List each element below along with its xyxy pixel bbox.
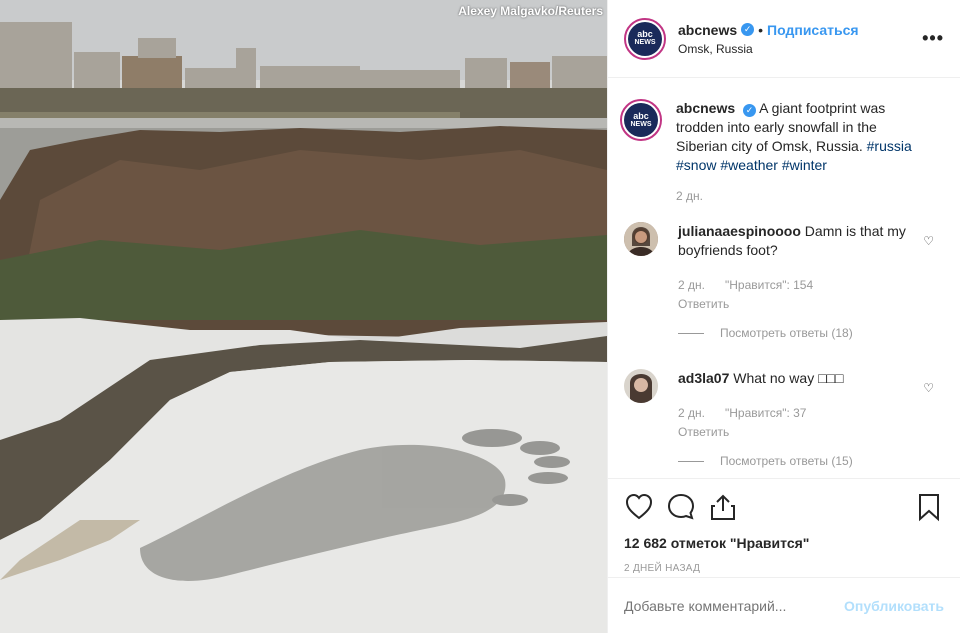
header-text: abcnews ✓ • Подписаться Omsk, Russia	[678, 22, 922, 56]
comment-username[interactable]: julianaaespinoooo	[678, 223, 801, 239]
bookmark-icon[interactable]	[914, 492, 944, 522]
view-replies-label: Посмотреть ответы (15)	[720, 454, 853, 468]
comment-time[interactable]: 2 дн.	[678, 276, 705, 295]
header-username[interactable]: abcnews	[678, 22, 737, 38]
caption-username[interactable]: abcnews	[676, 100, 735, 116]
caption-meta: 2 дн.	[676, 187, 916, 206]
caption-logo-line2: NEWS	[630, 120, 652, 128]
post-photo[interactable]: Alexey Malgavko/Reuters	[0, 0, 607, 633]
abc-logo-line2: NEWS	[634, 39, 656, 46]
abc-logo-line1: abc	[637, 29, 653, 39]
add-comment-bar: Опубликовать	[608, 577, 960, 633]
commenter-photo	[624, 222, 658, 256]
reply-button[interactable]: Ответить	[678, 423, 918, 442]
post-actions: 12 682 отметок "Нравится" 2 ДНЕЙ НАЗАД	[608, 478, 960, 584]
abcnews-avatar[interactable]: abc NEWS	[624, 17, 666, 60]
comment-bubble-icon[interactable]	[666, 492, 696, 522]
caption-logo-line1: abc	[633, 110, 649, 121]
caption-time[interactable]: 2 дн.	[676, 187, 703, 206]
caption-avatar[interactable]: abc NEWS	[620, 99, 662, 141]
add-comment-input[interactable]	[624, 597, 845, 614]
instagram-post: Alexey Malgavko/Reuters abc NEWS abcnews…	[0, 0, 960, 633]
reply-button[interactable]: Ответить	[678, 295, 918, 314]
comment-body: ad3la07 What no way □□□ 2 дн. "Нравится"…	[678, 369, 918, 471]
caption-body: abcnews ✓ A giant footprint was trodden …	[676, 99, 916, 206]
header-user-line: abcnews ✓ • Подписаться	[678, 22, 922, 38]
comment-time[interactable]: 2 дн.	[678, 404, 705, 423]
footprint-photo	[0, 0, 607, 633]
publish-button[interactable]: Опубликовать	[844, 598, 944, 614]
more-options-icon[interactable]: •••	[922, 28, 944, 49]
verified-badge-icon: ✓	[743, 104, 757, 117]
action-icons	[624, 489, 944, 525]
comment-meta: 2 дн. "Нравится": 37	[678, 404, 918, 423]
separator-dot: •	[758, 21, 764, 38]
verified-badge-icon: ✓	[741, 23, 755, 36]
comment-likes[interactable]: "Нравится": 37	[725, 404, 807, 423]
like-heart-icon[interactable]	[624, 492, 654, 522]
comment-row: julianaaespinoooo Damn is that my boyfri…	[624, 222, 944, 343]
replies-line	[678, 461, 704, 462]
like-comment-heart-icon[interactable]: ♡	[923, 234, 934, 248]
commenter-avatar[interactable]	[624, 369, 658, 403]
replies-line	[678, 333, 704, 334]
post-date[interactable]: 2 ДНЕЙ НАЗАД	[624, 563, 944, 574]
comment-meta: 2 дн. "Нравится": 154	[678, 276, 918, 295]
photo-credit: Alexey Malgavko/Reuters	[458, 4, 603, 18]
like-comment-heart-icon[interactable]: ♡	[923, 381, 934, 395]
comment-text: What no way □□□	[733, 370, 844, 386]
comment-row: ad3la07 What no way □□□ 2 дн. "Нравится"…	[624, 369, 944, 471]
abc-logo: abc NEWS	[628, 21, 662, 56]
post-side-panel: abc NEWS abcnews ✓ • Подписаться Omsk, R…	[607, 0, 960, 633]
view-replies-label: Посмотреть ответы (18)	[720, 326, 853, 340]
commenter-photo	[624, 369, 658, 403]
caption-row: abc NEWS abcnews ✓ A giant footprint was…	[620, 99, 944, 206]
comment-body: julianaaespinoooo Damn is that my boyfri…	[678, 222, 918, 343]
comment-likes[interactable]: "Нравится": 154	[725, 276, 813, 295]
likes-count[interactable]: 12 682 отметок "Нравится"	[624, 535, 944, 551]
follow-button[interactable]: Подписаться	[767, 22, 859, 38]
share-icon[interactable]	[708, 492, 738, 522]
abc-logo: abc NEWS	[624, 103, 658, 137]
view-replies-button[interactable]: Посмотреть ответы (15)	[678, 452, 918, 471]
view-replies-button[interactable]: Посмотреть ответы (18)	[678, 324, 918, 343]
comment-username[interactable]: ad3la07	[678, 370, 729, 386]
post-header: abc NEWS abcnews ✓ • Подписаться Omsk, R…	[608, 0, 960, 78]
location-link[interactable]: Omsk, Russia	[678, 42, 922, 56]
comments-list: abc NEWS abcnews ✓ A giant footprint was…	[608, 79, 960, 479]
commenter-avatar[interactable]	[624, 222, 658, 256]
